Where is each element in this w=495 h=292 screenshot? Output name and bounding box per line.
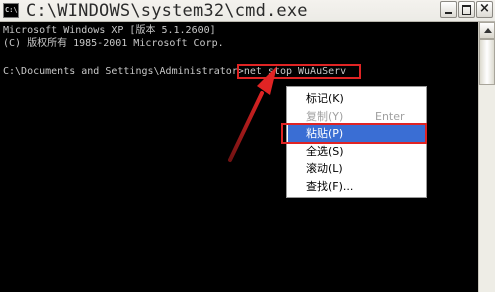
annotation-arrow-icon bbox=[228, 66, 277, 162]
